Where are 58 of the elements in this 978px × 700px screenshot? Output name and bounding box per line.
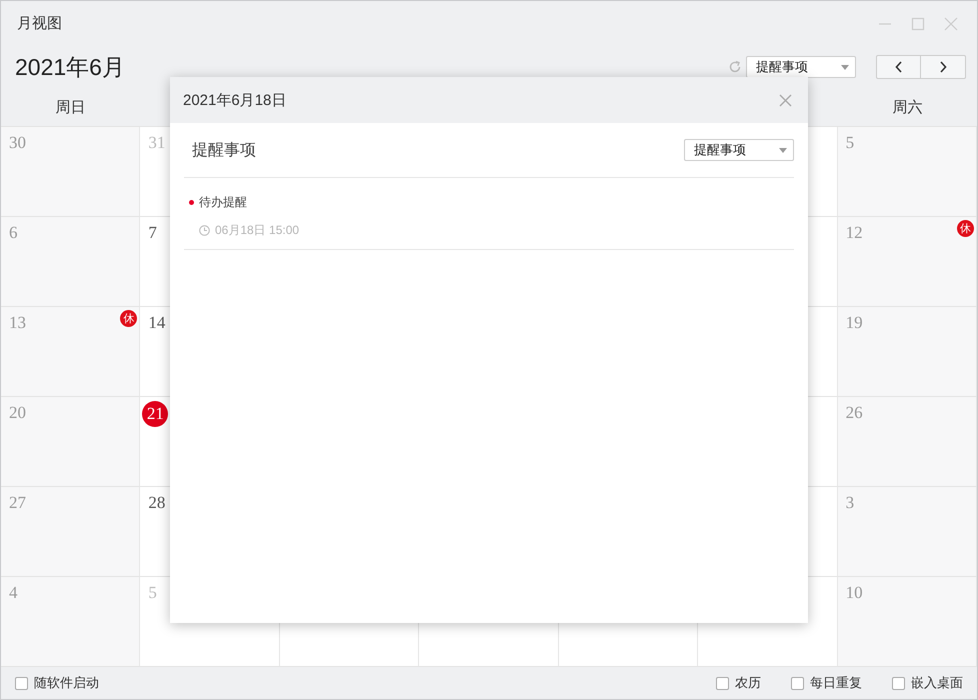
day-number: 30 [8,133,27,153]
holiday-badge: 休 [957,220,974,237]
day-cell[interactable]: 19 [838,307,977,397]
reminder-title[interactable]: 待办提醒 [199,194,247,211]
day-cell[interactable]: 12 休 [838,217,977,307]
day-number: 10 [844,583,864,603]
caret-icon [841,64,849,70]
checkbox[interactable]: 每日重复 [791,674,862,692]
day-number: 26 [844,403,864,423]
day-cell[interactable]: 3 [838,487,977,577]
month-title: 2021年6月 [15,52,126,82]
weekday-label: 周日 [54,98,87,118]
weekday-label: 周六 [891,98,924,118]
close-icon[interactable] [779,94,792,106]
next-button[interactable] [921,55,966,79]
section-title: 提醒事项 [192,140,257,160]
checkbox[interactable]: 随软件启动 [15,674,99,692]
day-cell[interactable]: 20 [1,397,140,487]
reminder-time: 06月18日 15:00 [215,222,300,239]
day-cell[interactable]: 26 [838,397,977,487]
previous-button[interactable] [876,55,921,79]
filter-dropdown[interactable]: 提醒事项 [746,56,856,78]
day-number: 20 [8,403,27,423]
day-number: 31 [147,133,166,153]
close-icon [944,16,958,30]
day-number: 28 [147,493,166,513]
refresh-icon[interactable] [728,60,742,74]
day-number: 13 [8,313,27,333]
day-number: 4 [8,583,18,603]
dialog-title: 2021年6月18日 [183,90,288,110]
checkbox[interactable]: 农历 [716,674,761,692]
day-cell[interactable]: 10 [838,577,977,667]
day-number: 14 [147,313,166,333]
day-cell[interactable]: 5 [838,127,977,217]
day-number: 3 [844,493,856,513]
window-title: 月视图 [17,14,63,33]
day-cell[interactable]: 4 [1,577,140,667]
day-number: 5 [844,133,856,153]
day-cell[interactable]: 30 [1,127,140,217]
caret-icon [779,148,787,152]
filter-dropdown[interactable]: 提醒事项 [684,139,794,161]
chevron-left-icon [894,61,902,73]
day-cell[interactable]: 13 休 [1,307,140,397]
day-number: 21 [142,401,168,427]
day-cell[interactable]: 27 [1,487,140,577]
day-number: 5 [147,583,158,603]
clock-icon [199,225,210,236]
day-number: 27 [8,493,27,513]
holiday-badge: 休 [120,310,138,327]
minimize-icon [878,22,892,24]
day-number: 19 [844,313,864,333]
day-number: 6 [8,223,18,243]
day-number: 7 [147,223,158,243]
day-cell[interactable]: 6 [1,217,140,307]
day-number: 12 [844,223,864,243]
maximize-icon [911,16,925,30]
chevron-right-icon [939,61,947,73]
checkbox[interactable]: 嵌入桌面 [892,674,963,692]
